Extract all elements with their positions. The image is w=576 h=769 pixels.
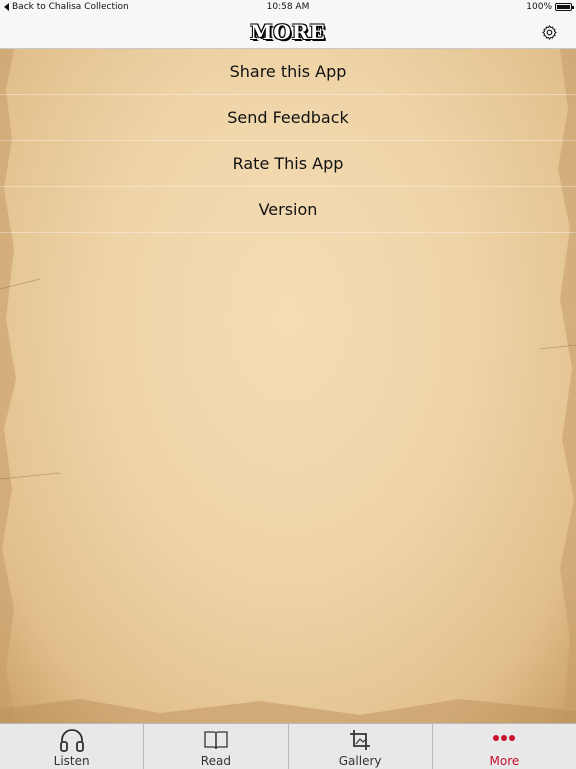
tab-more[interactable]: More bbox=[433, 724, 576, 769]
parchment-background: Share this App Send Feedback Rate This A… bbox=[0, 49, 576, 723]
status-time: 10:58 AM bbox=[266, 2, 310, 12]
navigation-bar: MORE bbox=[0, 16, 576, 49]
status-bar: Back to Chalisa Collection 10:58 AM 100% bbox=[0, 0, 576, 16]
headphones-icon bbox=[59, 729, 84, 752]
tab-read-label: Read bbox=[200, 754, 231, 768]
settings-gear-icon[interactable] bbox=[541, 24, 558, 41]
rate-app-item[interactable]: Rate This App bbox=[0, 141, 576, 187]
tab-listen-label: Listen bbox=[53, 754, 90, 768]
version-item[interactable]: Version bbox=[0, 187, 576, 233]
tab-read[interactable]: Read bbox=[144, 724, 289, 769]
tab-more-label: More bbox=[489, 754, 520, 768]
battery-indicator: 100% bbox=[526, 2, 574, 12]
share-app-item[interactable]: Share this App bbox=[0, 49, 576, 95]
tab-gallery[interactable]: Gallery bbox=[289, 724, 433, 769]
tab-listen[interactable]: Listen bbox=[0, 724, 145, 769]
battery-percent: 100% bbox=[526, 2, 552, 12]
more-dots-icon bbox=[493, 735, 516, 741]
crop-icon bbox=[350, 730, 371, 750]
tab-bar: Listen Read Gallery More bbox=[0, 723, 576, 769]
battery-icon bbox=[555, 3, 574, 11]
send-feedback-item[interactable]: Send Feedback bbox=[0, 95, 576, 141]
tab-gallery-label: Gallery bbox=[338, 754, 382, 768]
book-icon bbox=[204, 731, 228, 750]
page-title: MORE bbox=[250, 20, 326, 44]
more-menu-list: Share this App Send Feedback Rate This A… bbox=[0, 49, 576, 233]
